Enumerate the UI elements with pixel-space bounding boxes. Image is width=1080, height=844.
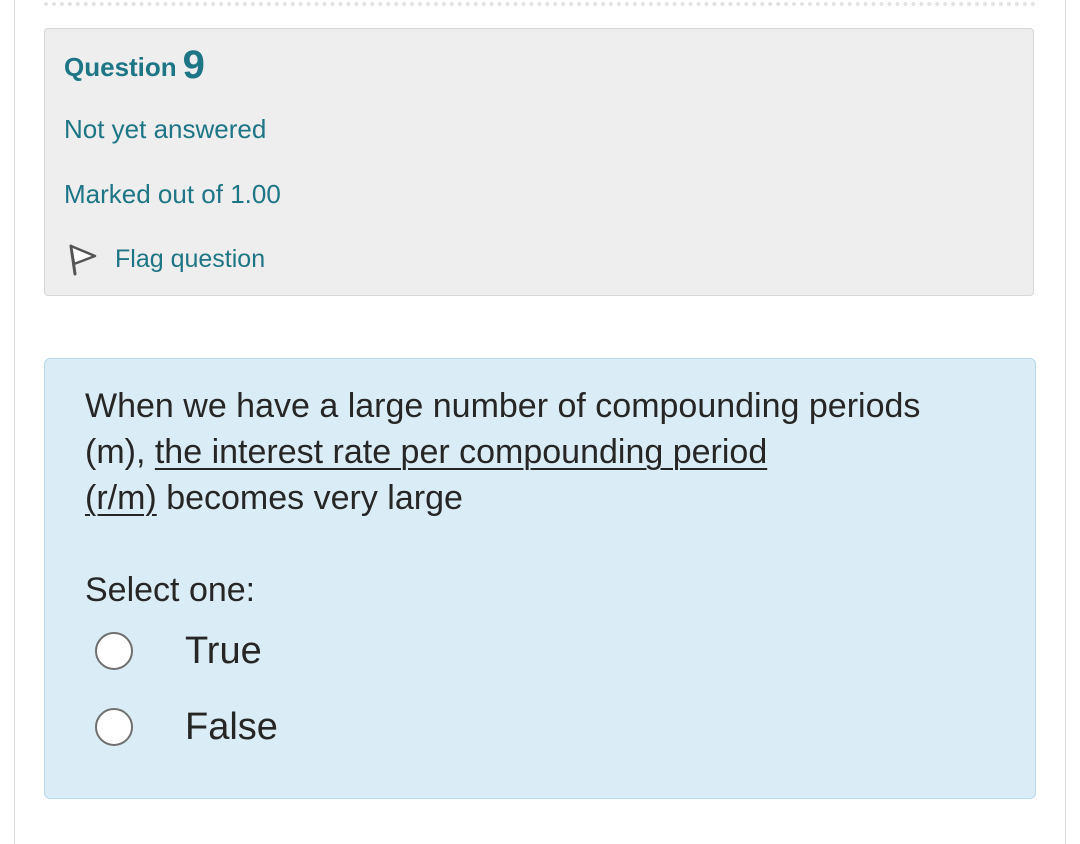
option-false-radio[interactable] xyxy=(95,708,133,746)
section-divider xyxy=(44,2,1036,6)
quiz-page: Question 9 Not yet answered Marked out of… xyxy=(0,0,1080,844)
flag-question-button[interactable]: Flag question xyxy=(65,239,265,279)
question-text-end: becomes very large xyxy=(156,479,463,517)
option-true-label[interactable]: True xyxy=(185,630,262,673)
question-number: 9 xyxy=(182,43,205,87)
page-border-right xyxy=(1065,0,1066,844)
question-grade: Marked out of 1.00 xyxy=(64,179,281,209)
option-false[interactable]: False xyxy=(95,705,278,749)
flag-outline-icon[interactable] xyxy=(65,240,101,278)
flag-question-label[interactable]: Flag question xyxy=(115,245,265,274)
question-text-underlined: the interest rate per compounding period xyxy=(154,433,768,471)
question-title: Question 9 xyxy=(64,43,205,88)
option-false-label[interactable]: False xyxy=(185,706,278,749)
question-label: Question xyxy=(64,52,177,82)
question-text-underlined-ratio: (r/m) xyxy=(85,479,157,517)
select-one-prompt: Select one: xyxy=(85,571,256,609)
question-state: Not yet answered xyxy=(64,114,267,144)
question-text: When we have a large number of compoundi… xyxy=(85,383,985,521)
option-true[interactable]: True xyxy=(95,629,262,673)
question-info-panel: Question 9 Not yet answered Marked out of… xyxy=(44,28,1034,296)
option-true-radio[interactable] xyxy=(95,632,133,670)
question-content-panel: When we have a large number of compoundi… xyxy=(44,358,1036,799)
page-border-left xyxy=(14,0,15,844)
